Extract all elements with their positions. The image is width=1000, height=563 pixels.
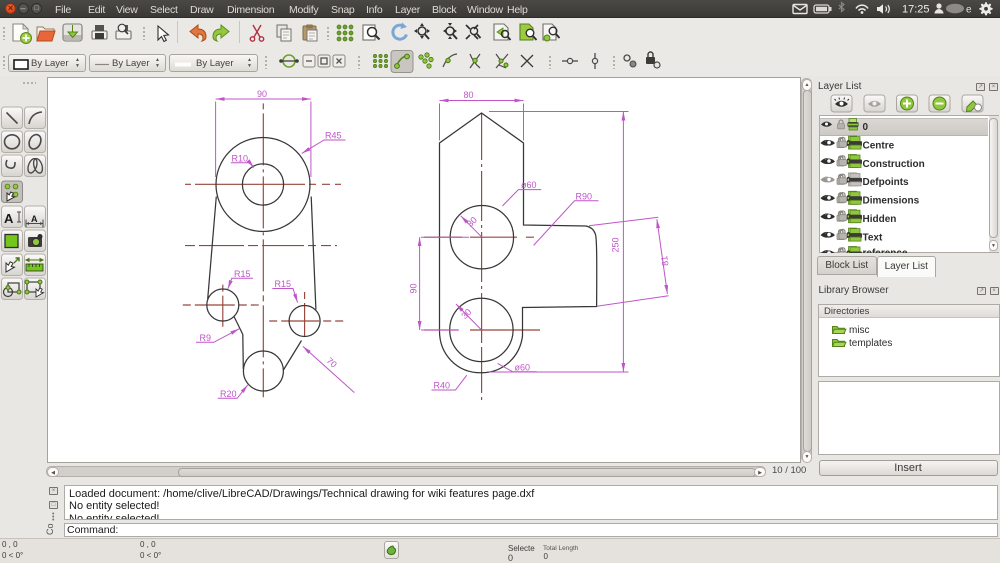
svg-text:Hidden: Hidden <box>863 214 897 225</box>
svg-text:R15: R15 <box>275 279 292 289</box>
svg-text:0: 0 <box>863 122 869 133</box>
svg-text:Dimensions: Dimensions <box>863 196 920 207</box>
svg-text:R40: R40 <box>434 381 451 391</box>
svg-text:R45: R45 <box>325 131 342 141</box>
svg-text:81: 81 <box>659 255 670 266</box>
svg-text:Construction: Construction <box>863 159 925 170</box>
svg-text:Defpoints: Defpoints <box>863 177 910 188</box>
svg-text:R10: R10 <box>232 153 249 163</box>
svg-text:R20: R20 <box>220 389 237 399</box>
svg-text:ø60: ø60 <box>521 180 537 190</box>
svg-text:R15: R15 <box>234 269 251 279</box>
svg-text:90: 90 <box>409 283 419 293</box>
svg-text:A: A <box>4 211 14 226</box>
svg-text:30: 30 <box>465 215 479 229</box>
svg-text:R9: R9 <box>200 333 212 343</box>
svg-text:e: e <box>966 5 972 16</box>
svg-text:Centre: Centre <box>863 140 895 151</box>
svg-text:A: A <box>31 214 38 224</box>
svg-text:ø60: ø60 <box>515 362 531 372</box>
svg-text:90: 90 <box>257 89 267 99</box>
svg-text:Text: Text <box>863 232 883 243</box>
svg-text:R90: R90 <box>576 191 593 201</box>
svg-text:250: 250 <box>611 237 621 252</box>
svg-text:17:25: 17:25 <box>902 4 930 16</box>
svg-text:80: 80 <box>464 90 474 100</box>
svg-text:reference: reference <box>863 248 908 253</box>
